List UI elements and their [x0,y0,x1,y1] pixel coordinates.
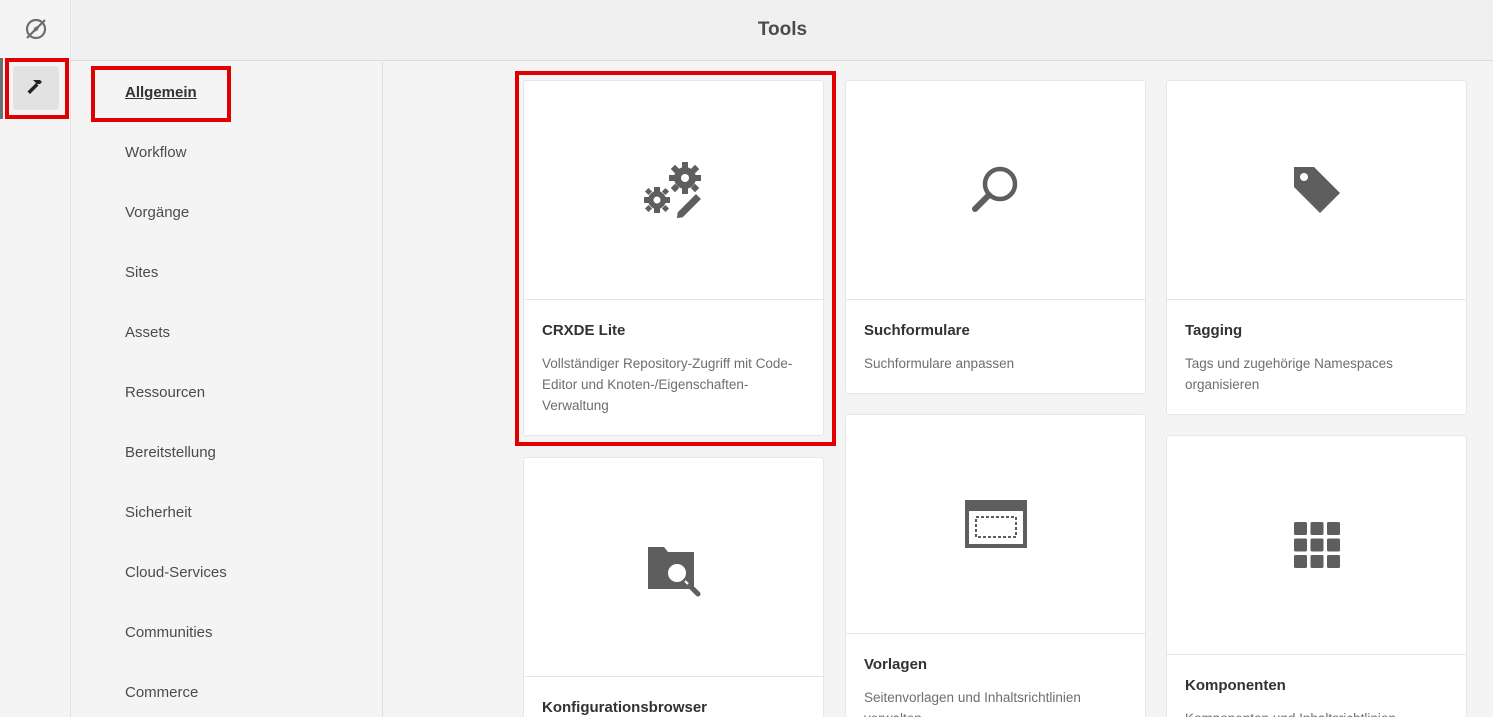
card-description: Komponenten und Inhaltsrichtlinien [1185,708,1448,717]
navigation-rail [0,0,71,717]
tools-button[interactable] [13,66,59,110]
category-workflow[interactable]: Workflow [125,144,186,161]
template-icon [964,500,1027,548]
category-allgemein[interactable]: Allgemein [125,84,197,101]
card-thumbnail [1167,436,1466,655]
grid-icon [1293,522,1340,568]
card-suchformulare[interactable]: Suchformulare Suchformulare anpassen [845,80,1146,394]
category-assets[interactable]: Assets [125,324,170,341]
category-sicherheit[interactable]: Sicherheit [125,504,192,521]
category-commerce[interactable]: Commerce [125,684,198,701]
card-thumbnail [1167,81,1466,300]
category-sidebar: Allgemein Workflow Vorgänge Sites Assets… [72,62,383,717]
card-title: CRXDE Lite [542,322,626,339]
rail-active-indicator [0,58,3,119]
page-title: Tools [757,19,808,40]
card-vorlagen[interactable]: Vorlagen Seitenvorlagen und Inhaltsricht… [845,414,1146,717]
tag-icon [1293,167,1340,213]
card-title: Suchformulare [864,322,970,339]
card-tagging[interactable]: Tagging Tags und zugehörige Namespaces o… [1166,80,1467,415]
card-konfigurationsbrowser[interactable]: Konfigurationsbrowser [523,457,824,717]
card-title: Komponenten [1185,677,1286,694]
hammer-icon [27,80,42,94]
folder-search-icon [647,547,700,597]
card-description: Seitenvorlagen und Inhaltsrichtlinien ve… [864,690,1081,717]
card-title: Tagging [1185,322,1243,339]
card-crxde-lite[interactable]: CRXDE Lite Vollständiger Repository-Zugr… [523,80,824,436]
compass-icon[interactable] [23,16,49,42]
app: Tools Allgemein Workflow Vorgänge Sites … [0,0,1493,717]
card-thumbnail [524,81,823,300]
gears-pencil-icon [643,162,703,220]
card-thumbnail [846,415,1145,634]
card-title: Konfigurationsbrowser [542,699,708,716]
category-ressourcen[interactable]: Ressourcen [125,384,205,401]
page-header: Tools [72,0,1493,61]
card-komponenten[interactable]: Komponenten Komponenten und Inhaltsricht… [1166,435,1467,717]
category-cloud-services[interactable]: Cloud-Services [125,564,227,581]
category-vorgaenge[interactable]: Vorgänge [125,204,189,221]
category-bereitstellung[interactable]: Bereitstellung [125,444,216,461]
card-title: Vorlagen [864,656,928,673]
card-description: Suchformulare anpassen [864,356,1015,371]
card-thumbnail [846,81,1145,300]
card-description: Tags und zugehörige Namespaces organisie… [1185,356,1393,392]
card-description: Vollständiger Repository-Zugriff mit Cod… [542,356,793,413]
category-communities[interactable]: Communities [125,624,213,641]
card-thumbnail [524,458,823,677]
search-icon [971,166,1017,212]
category-sites[interactable]: Sites [125,264,158,281]
